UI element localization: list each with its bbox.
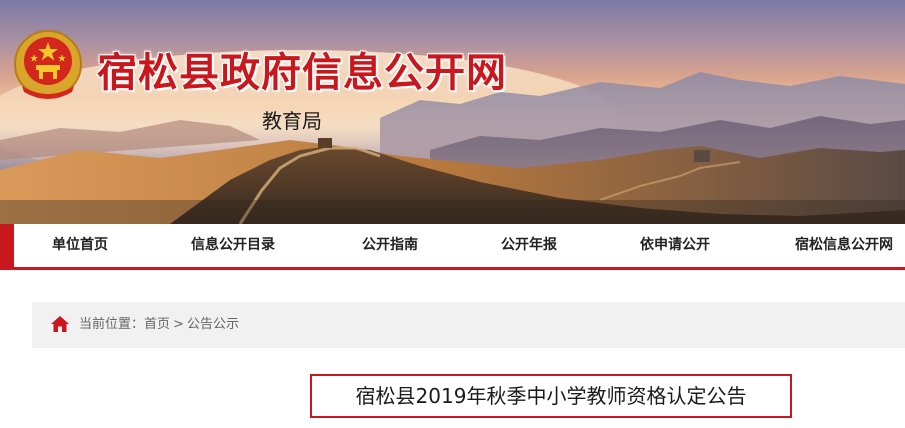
nav-item-apply-disclosure[interactable]: 依申请公开 — [640, 224, 710, 267]
nav-item-disclosure-guide[interactable]: 公开指南 — [362, 224, 418, 267]
nav-item-annual-report[interactable]: 公开年报 — [501, 224, 557, 267]
breadcrumb-trail: 当前位置：首页 > 公告公示 — [79, 302, 239, 348]
breadcrumb: 当前位置：首页 > 公告公示 — [32, 302, 905, 348]
nav-item-susong-portal[interactable]: 宿松信息公开网 — [795, 224, 893, 267]
mountain-scenery-image — [0, 50, 905, 224]
breadcrumb-separator: > — [173, 317, 184, 332]
breadcrumb-link-announcements[interactable]: 公告公示 — [187, 317, 239, 332]
main-nav: 单位首页 信息公开目录 公开指南 公开年报 依申请公开 宿松信息公开网 — [0, 224, 905, 270]
site-title[interactable]: 宿松县政府信息公开网 — [97, 40, 507, 98]
home-icon — [51, 316, 69, 332]
nav-item-disclosure-catalog[interactable]: 信息公开目录 — [191, 224, 275, 267]
department-name: 教育局 — [262, 109, 322, 133]
nav-item-unit-home[interactable]: 单位首页 — [52, 224, 108, 267]
breadcrumb-prefix: 当前位置： — [79, 317, 145, 332]
article-title: 宿松县2019年秋季中小学教师资格认定公告 — [310, 374, 792, 418]
header-banner: 宿松县政府信息公开网 教育局 — [0, 0, 905, 224]
nav-accent-bar — [0, 224, 14, 267]
national-emblem-icon — [14, 30, 82, 99]
breadcrumb-link-home[interactable]: 首页 — [144, 317, 170, 332]
